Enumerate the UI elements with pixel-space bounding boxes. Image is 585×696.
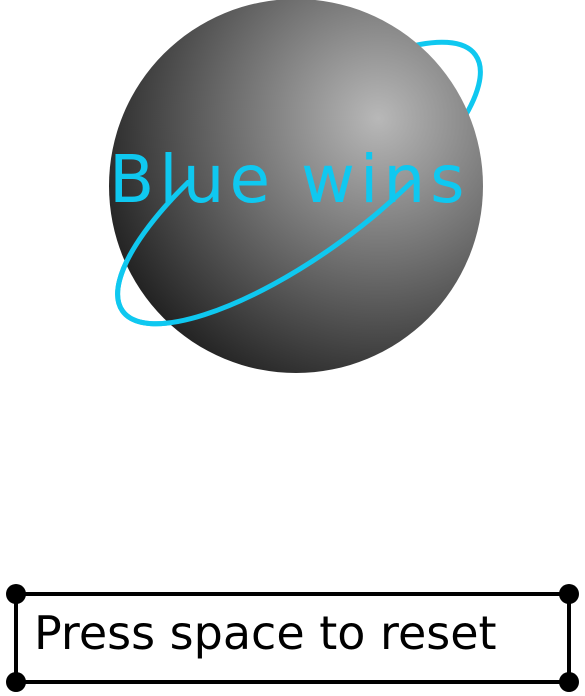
corner-dot-top-left — [6, 584, 26, 604]
reset-prompt-text: Press space to reset — [34, 606, 497, 660]
corner-dot-bottom-right — [559, 672, 579, 692]
corner-dot-top-right — [559, 584, 579, 604]
reset-prompt-box: Press space to reset — [6, 584, 579, 692]
corner-dot-bottom-left — [6, 672, 26, 692]
winner-message: Blue wins — [109, 141, 470, 218]
